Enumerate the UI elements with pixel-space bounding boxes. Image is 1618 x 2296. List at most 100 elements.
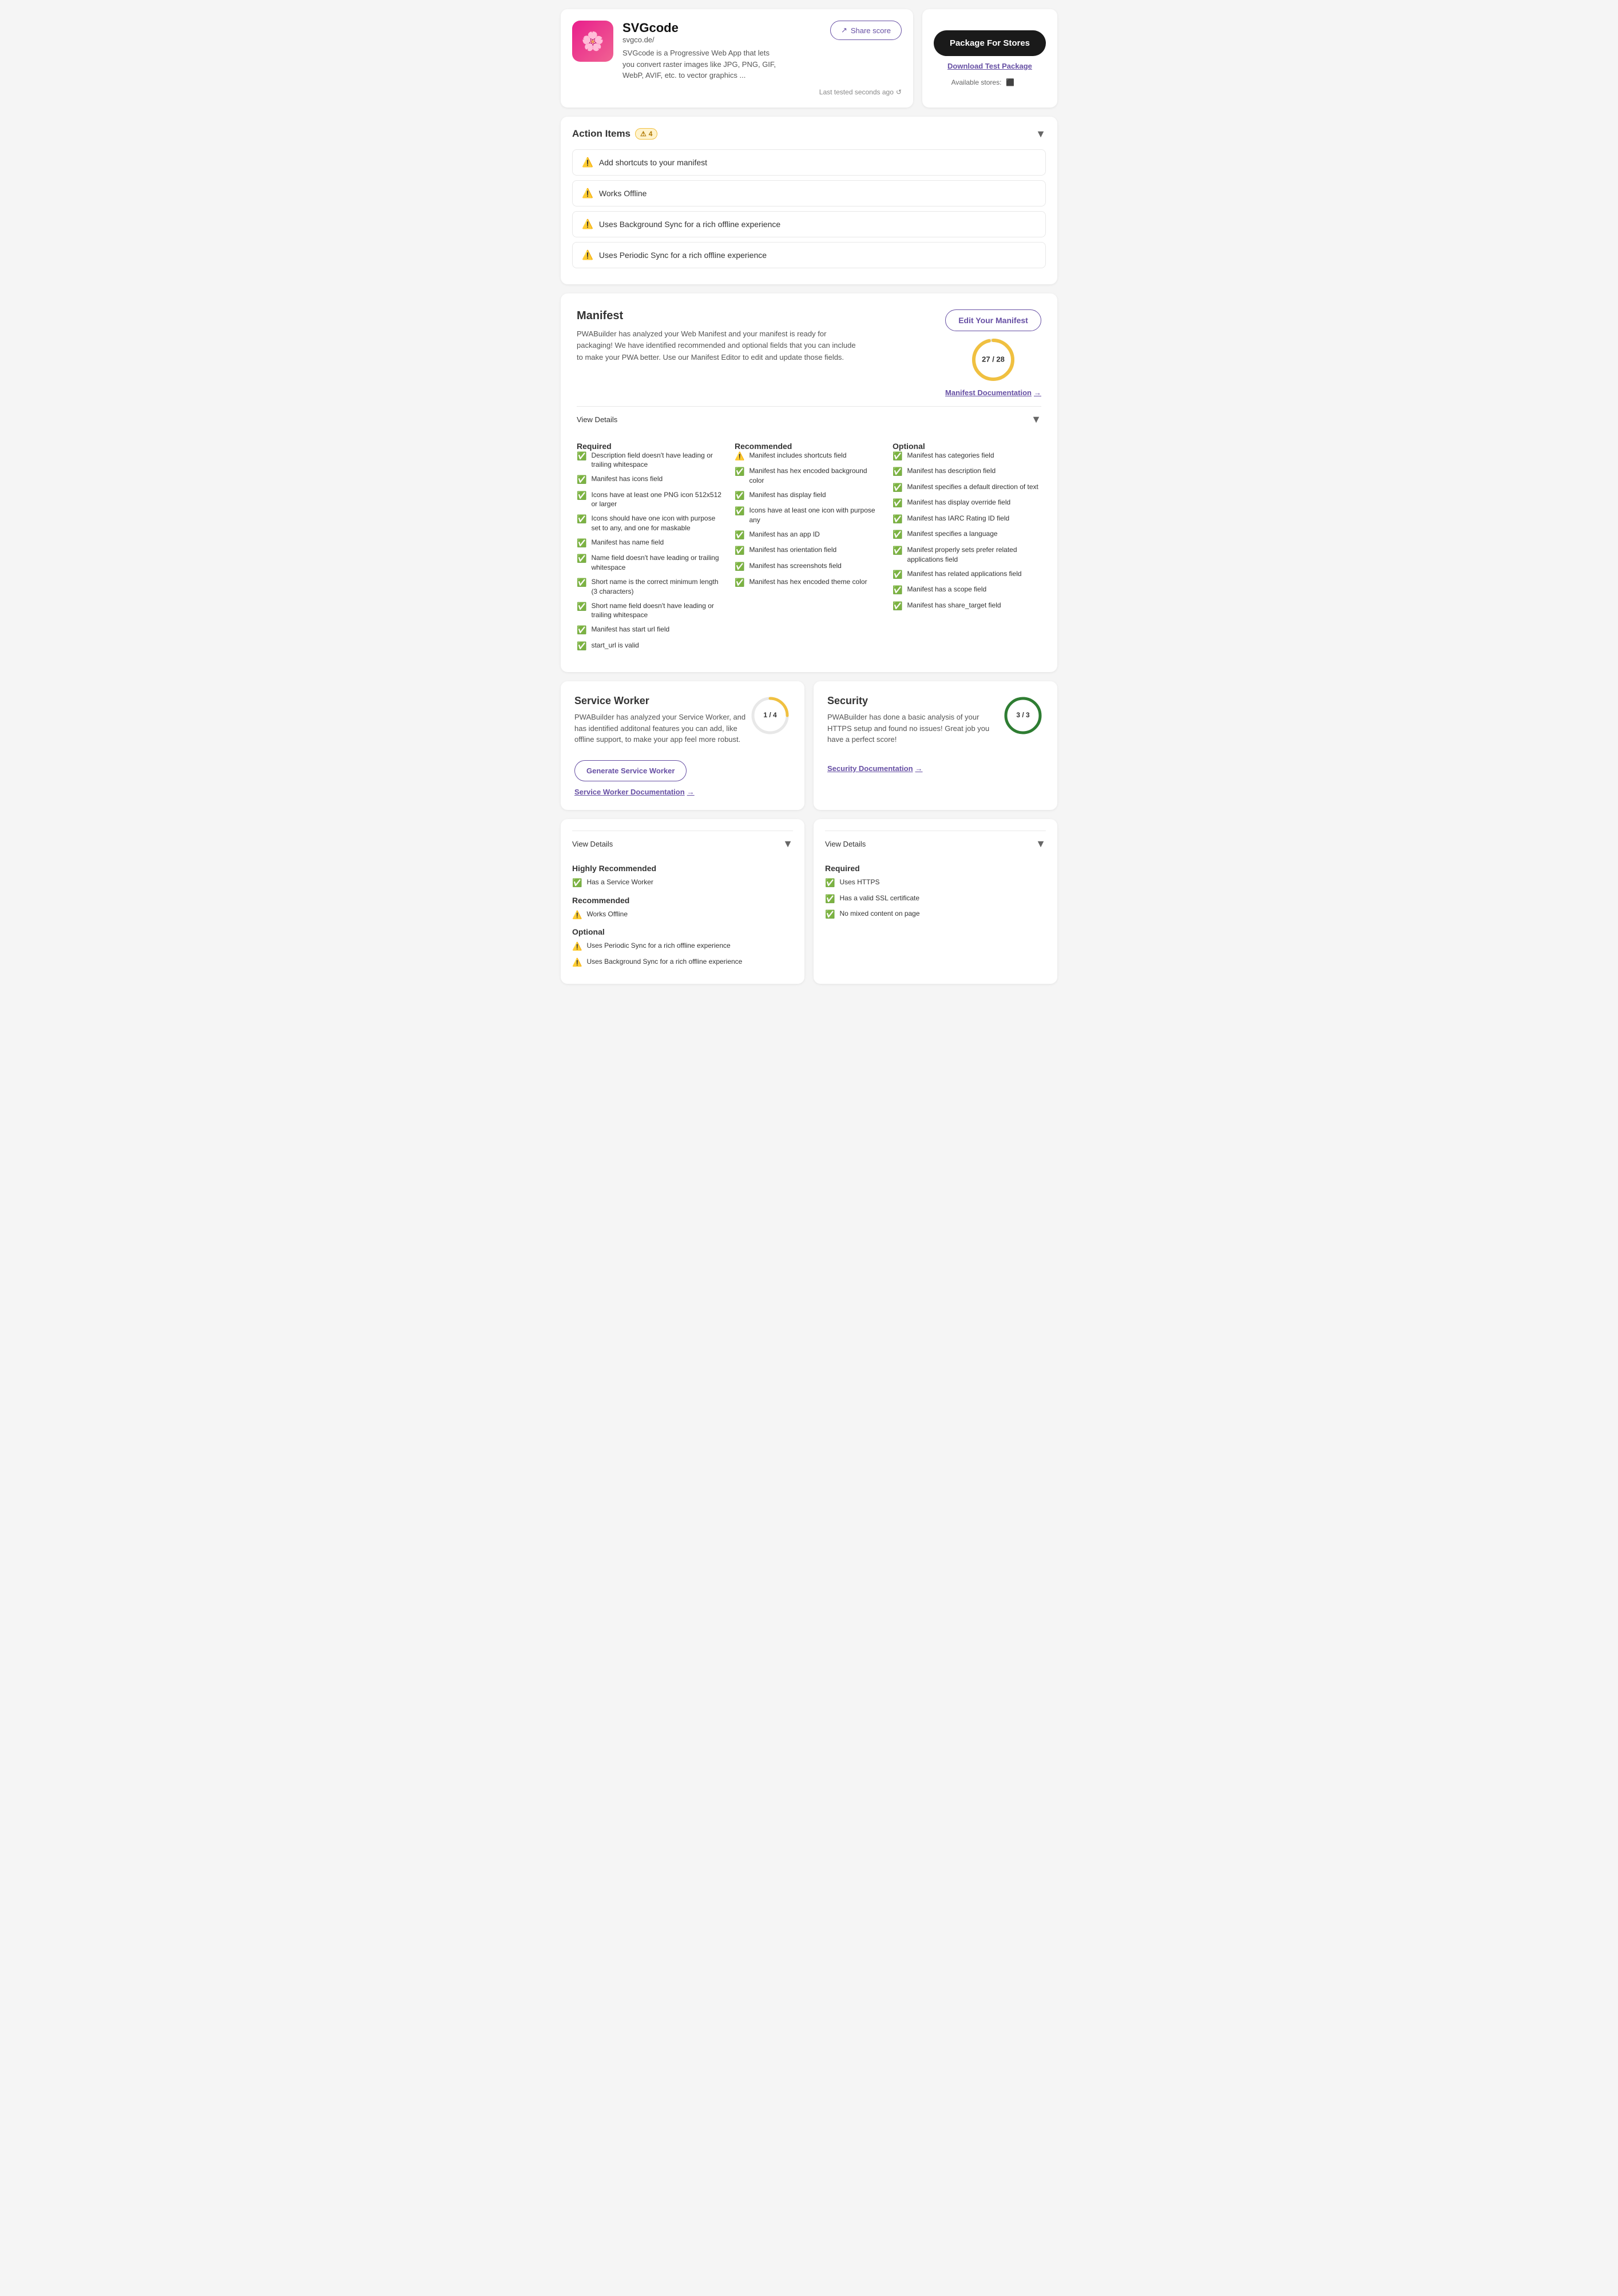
check-item: ⚠️Manifest includes shortcuts field — [735, 451, 883, 462]
details-panels: View Details ▼ Highly Recommended ✅ Has … — [561, 819, 1057, 984]
check-item: ✅ Uses HTTPS — [825, 877, 1046, 889]
check-icon: ✅ — [577, 474, 586, 486]
check-icon: ✅ — [577, 451, 586, 462]
check-item: ⚠️ Uses Periodic Sync for a rich offline… — [572, 941, 793, 952]
share-score-button[interactable]: ↗ Share score — [830, 21, 902, 40]
check-icon: ✅ — [893, 545, 902, 557]
manifest-recommended-title: Recommended — [735, 442, 883, 451]
warn-icon: ⚠️ — [572, 957, 582, 968]
manifest-recommended-col: Recommended ⚠️Manifest includes shortcut… — [735, 442, 883, 657]
manifest-title: Manifest — [577, 309, 863, 323]
app-url: svgco.de/ — [622, 35, 830, 44]
check-item: ✅Manifest properly sets prefer related a… — [893, 545, 1041, 565]
check-icon: ✅ — [893, 466, 902, 478]
action-items-chevron[interactable]: ▼ — [1036, 128, 1046, 140]
manifest-documentation-link[interactable]: Manifest Documentation → — [945, 388, 1041, 397]
check-icon: ✅ — [735, 577, 744, 589]
share-icon: ↗ — [841, 26, 847, 35]
check-item: ✅ Has a valid SSL certificate — [825, 893, 1046, 905]
sw-highly-recommended-title: Highly Recommended — [572, 864, 793, 873]
check-item: ✅Manifest has hex encoded theme color — [735, 577, 883, 589]
check-item: ✅Name field doesn't have leading or trai… — [577, 553, 725, 573]
check-item: ⚠️ Uses Background Sync for a rich offli… — [572, 957, 793, 968]
app-name: SVGcode — [622, 21, 830, 35]
check-item: ✅Manifest has related applications field — [893, 569, 1041, 581]
check-icon: ✅ — [577, 601, 586, 613]
check-item: ✅Icons have at least one icon with purpo… — [735, 506, 883, 525]
warn-icon: ⚠️ — [582, 219, 593, 230]
generate-service-worker-button[interactable]: Generate Service Worker — [574, 760, 687, 781]
check-item: ✅Manifest specifies a default direction … — [893, 482, 1041, 494]
check-item: ✅ No mixed content on page — [825, 909, 1046, 920]
manifest-description: PWABuilder has analyzed your Web Manifes… — [577, 328, 863, 364]
windows-store-icon: ⬛ — [1006, 78, 1014, 86]
action-items-section: Action Items ⚠ 4 ▼ ⚠️ Add shortcuts to y… — [561, 117, 1057, 284]
check-item: ✅Manifest has display override field — [893, 498, 1041, 509]
check-icon: ✅ — [577, 577, 586, 589]
package-for-stores-button[interactable]: Package For Stores — [934, 30, 1046, 56]
refresh-icon[interactable]: ↺ — [896, 88, 902, 96]
edit-manifest-button[interactable]: Edit Your Manifest — [945, 309, 1041, 331]
check-icon: ✅ — [893, 514, 902, 525]
sw-optional-title: Optional — [572, 927, 793, 936]
check-icon: ✅ — [893, 498, 902, 509]
action-items-badge: ⚠ 4 — [635, 128, 657, 140]
check-icon: ✅ — [893, 529, 902, 541]
warn-icon: ⚠️ — [582, 188, 593, 199]
check-item: ✅Manifest has an app ID — [735, 530, 883, 541]
sw-score-circle: 1 / 4 — [749, 695, 791, 736]
check-icon: ✅ — [893, 601, 902, 612]
security-title: Security — [827, 695, 1002, 707]
check-item: ✅Manifest has screenshots field — [735, 561, 883, 573]
sw-details-chevron[interactable]: ▼ — [783, 838, 793, 850]
download-test-package-link[interactable]: Download Test Package — [947, 62, 1032, 70]
action-items-title: Action Items — [572, 128, 630, 140]
sw-documentation-link[interactable]: Service Worker Documentation → — [574, 788, 695, 796]
check-icon: ✅ — [577, 625, 586, 636]
check-icon: ✅ — [735, 561, 744, 573]
security-details-chevron[interactable]: ▼ — [1036, 838, 1046, 850]
manifest-score-circle: 27 / 28 — [970, 337, 1016, 383]
check-item: ✅Manifest has hex encoded background col… — [735, 466, 883, 486]
check-icon: ✅ — [825, 893, 835, 905]
security-required-title: Required — [825, 864, 1046, 873]
check-icon: ✅ — [735, 506, 744, 517]
check-item: ✅Manifest has name field — [577, 538, 725, 549]
sw-title: Service Worker — [574, 695, 749, 707]
check-item: ✅Manifest has orientation field — [735, 545, 883, 557]
check-icon: ✅ — [577, 538, 586, 549]
security-documentation-link[interactable]: Security Documentation → — [827, 764, 923, 773]
security-view-details-bar[interactable]: View Details ▼ — [825, 831, 1046, 857]
check-item: ✅Manifest has description field — [893, 466, 1041, 478]
app-description: SVGcode is a Progressive Web App that le… — [622, 47, 783, 81]
check-icon: ✅ — [577, 553, 586, 565]
manifest-details-grid: Required ✅Description field doesn't have… — [577, 432, 1041, 657]
check-item: ✅Short name field doesn't have leading o… — [577, 601, 725, 621]
check-item: ✅start_url is valid — [577, 641, 725, 652]
check-item: ✅Manifest has display field — [735, 490, 883, 502]
check-icon: ✅ — [735, 490, 744, 502]
action-item: ⚠️ Add shortcuts to your manifest — [572, 149, 1046, 176]
action-item: ⚠️ Works Offline — [572, 180, 1046, 206]
security-score-circle: 3 / 3 — [1002, 695, 1044, 736]
manifest-view-details-bar[interactable]: View Details ▼ — [577, 406, 1041, 432]
action-item: ⚠️ Uses Background Sync for a rich offli… — [572, 211, 1046, 237]
sw-details-panel: View Details ▼ Highly Recommended ✅ Has … — [561, 819, 804, 984]
check-item: ✅Description field doesn't have leading … — [577, 451, 725, 470]
security-panel: Security PWABuilder has done a basic ana… — [814, 681, 1057, 810]
warn-icon: ⚠️ — [572, 941, 582, 952]
sw-view-details-bar[interactable]: View Details ▼ — [572, 831, 793, 857]
security-details-panel: View Details ▼ Required ✅ Uses HTTPS ✅ H… — [814, 819, 1057, 984]
check-item: ✅Manifest has share_target field — [893, 601, 1041, 612]
check-icon: ✅ — [577, 490, 586, 502]
manifest-details-chevron[interactable]: ▼ — [1031, 414, 1041, 426]
manifest-section: Manifest PWABuilder has analyzed your We… — [561, 293, 1057, 673]
service-worker-panel: Service Worker PWABuilder has analyzed y… — [561, 681, 804, 810]
warn-icon: ⚠️ — [582, 157, 593, 168]
check-item: ✅Icons have at least one PNG icon 512x51… — [577, 490, 725, 510]
action-item: ⚠️ Uses Periodic Sync for a rich offline… — [572, 242, 1046, 268]
check-item: ✅Manifest has a scope field — [893, 585, 1041, 596]
check-item: ✅Manifest has categories field — [893, 451, 1041, 462]
available-stores-label: Available stores: — [951, 78, 1002, 86]
check-item: ✅ Has a Service Worker — [572, 877, 793, 889]
